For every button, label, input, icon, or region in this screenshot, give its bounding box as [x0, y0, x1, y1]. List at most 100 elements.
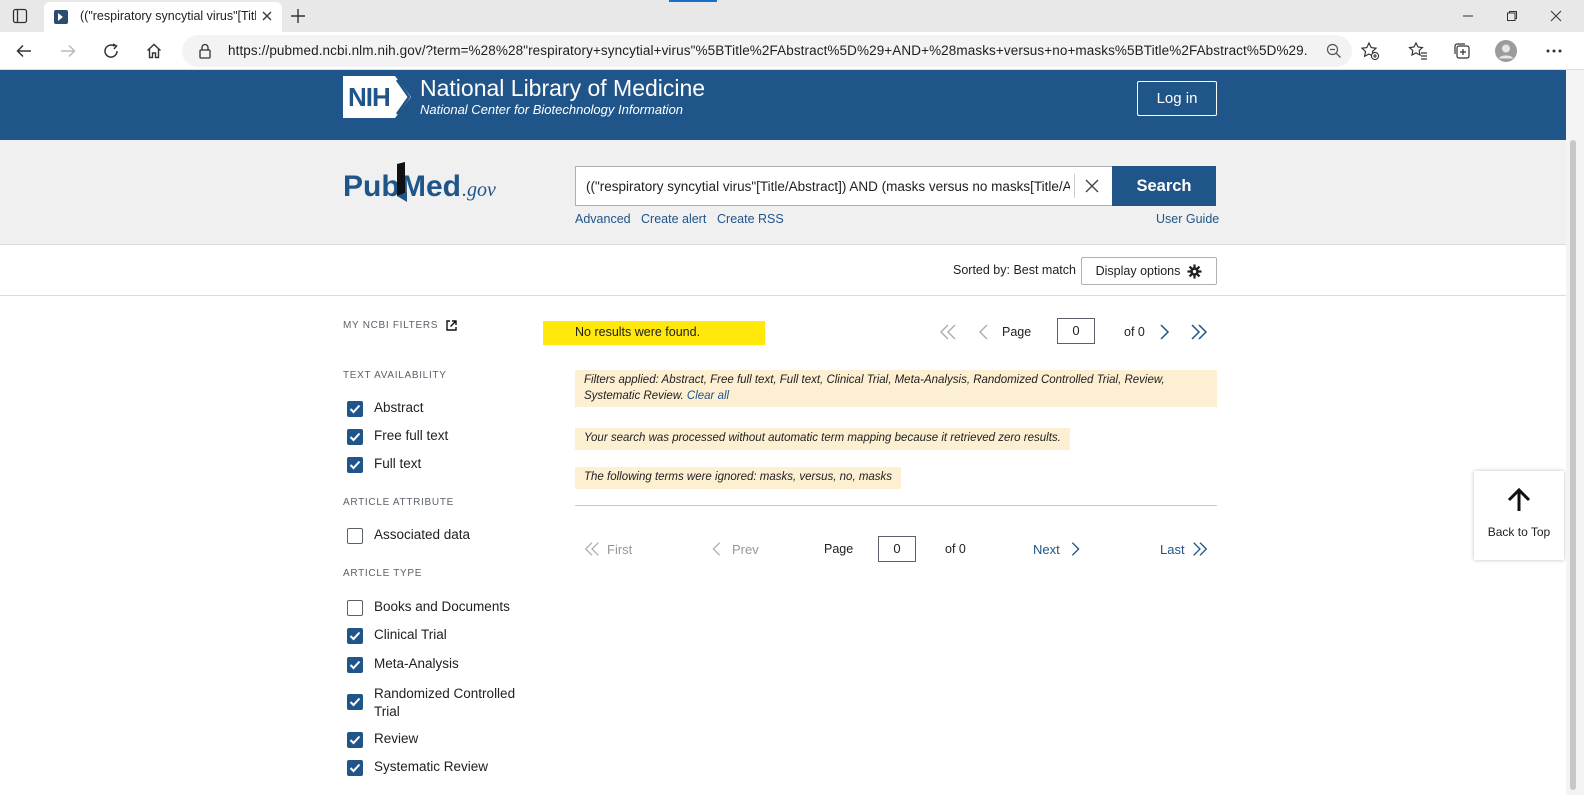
double-chevron-right-icon [1192, 542, 1207, 556]
forward-icon[interactable] [54, 37, 82, 65]
checkbox-unchecked-icon[interactable] [347, 528, 363, 544]
browser-tab-bar: (("respiratory syncytial virus"[Title/Ab… [0, 0, 1584, 32]
next-page-button[interactable]: Next [1033, 540, 1084, 558]
display-options-label: Display options [1095, 264, 1181, 278]
prev-page-button[interactable]: Prev [708, 540, 759, 558]
refresh-icon[interactable] [97, 37, 125, 65]
create-alert-link[interactable]: Create alert [641, 212, 706, 226]
filters-applied-notice: Filters applied: Abstract, Free full tex… [575, 370, 1217, 407]
display-options-button[interactable]: Display options [1081, 257, 1217, 285]
logo-pub: Pub [343, 170, 400, 203]
filter-systematic-review[interactable]: Systematic Review [347, 759, 488, 776]
nlm-title[interactable]: National Library of Medicine [420, 75, 705, 102]
my-ncbi-filters-label: MY NCBI FILTERS [343, 320, 439, 331]
clear-search-icon[interactable] [1076, 170, 1108, 202]
collections-icon[interactable] [1448, 37, 1476, 65]
next-label: Next [1033, 541, 1060, 557]
last-page-button[interactable]: Last [1160, 540, 1209, 558]
back-icon[interactable] [10, 37, 38, 65]
filter-label: Free full text [374, 428, 449, 443]
ncbi-subtitle: National Center for Biotechnology Inform… [420, 102, 684, 117]
filter-review[interactable]: Review [347, 731, 418, 748]
nlm-header: NIH National Library of Medicine Nationa… [0, 70, 1566, 140]
url-text[interactable]: https://pubmed.ncbi.nlm.nih.gov/?term=%2… [228, 43, 1308, 58]
checkbox-checked-icon[interactable] [347, 657, 363, 673]
next-page-icon[interactable] [1154, 322, 1174, 342]
filter-full-text[interactable]: Full text [347, 456, 421, 473]
tab-actions-icon[interactable] [6, 2, 34, 30]
text-availability-heading: TEXT AVAILABILITY [343, 370, 447, 381]
no-results-message: No results were found. [543, 321, 765, 345]
checkbox-unchecked-icon[interactable] [347, 600, 363, 616]
page-total-label: of 0 [1124, 325, 1145, 339]
filter-abstract[interactable]: Abstract [347, 400, 424, 417]
filters-applied-text: Filters applied: Abstract, Free full tex… [584, 374, 1165, 402]
bottom-page-number-input[interactable]: 0 [878, 536, 916, 562]
user-guide-link[interactable]: User Guide [1156, 212, 1219, 226]
checkbox-checked-icon[interactable] [347, 760, 363, 776]
prev-page-icon[interactable] [974, 322, 994, 342]
back-to-top-button[interactable]: Back to Top [1474, 471, 1564, 560]
favorites-icon[interactable] [1404, 37, 1432, 65]
more-options-icon[interactable] [1540, 37, 1568, 65]
zoom-out-icon[interactable] [1326, 43, 1342, 59]
filter-clinical-trial[interactable]: Clinical Trial [347, 627, 447, 644]
double-chevron-left-icon [584, 542, 599, 556]
filter-label: Associated data [374, 527, 471, 542]
filter-label: Systematic Review [374, 759, 489, 774]
add-favorite-icon[interactable] [1356, 37, 1384, 65]
checkbox-checked-icon[interactable] [347, 732, 363, 748]
checkbox-checked-icon[interactable] [347, 694, 363, 710]
search-input[interactable] [575, 166, 1112, 206]
book-icon [397, 162, 407, 202]
tab-title: (("respiratory syncytial virus"[Title/Ab… [80, 9, 256, 23]
window-accent [669, 0, 717, 2]
close-window-icon[interactable] [1542, 2, 1570, 30]
login-button[interactable]: Log in [1137, 81, 1217, 116]
filter-free-full-text[interactable]: Free full text [347, 428, 448, 445]
checkbox-checked-icon[interactable] [347, 401, 363, 417]
article-attribute-heading: ARTICLE ATTRIBUTE [343, 497, 454, 508]
address-bar[interactable]: https://pubmed.ncbi.nlm.nih.gov/?term=%2… [182, 35, 1352, 67]
restore-window-icon[interactable] [1498, 2, 1526, 30]
checkbox-checked-icon[interactable] [347, 457, 363, 473]
browser-tab[interactable]: (("respiratory syncytial virus"[Title/Ab… [44, 2, 282, 32]
home-icon[interactable] [140, 37, 168, 65]
filter-associated-data[interactable]: Associated data [347, 527, 470, 544]
search-button[interactable]: Search [1112, 166, 1216, 206]
advanced-link[interactable]: Advanced [575, 212, 631, 226]
filter-meta-analysis[interactable]: Meta-Analysis [347, 656, 459, 673]
last-page-icon[interactable] [1189, 322, 1209, 342]
nih-logo[interactable]: NIH [343, 76, 413, 118]
filter-books-and-documents[interactable]: Books and Documents [347, 599, 510, 616]
my-ncbi-filters[interactable]: MY NCBI FILTERS [343, 320, 457, 331]
article-type-heading: ARTICLE TYPE [343, 568, 423, 579]
first-page-icon[interactable] [938, 322, 958, 342]
first-label: First [607, 541, 633, 557]
browser-toolbar: https://pubmed.ncbi.nlm.nih.gov/?term=%2… [0, 32, 1584, 70]
sorted-by-label[interactable]: Sorted by: Best match [953, 263, 1076, 277]
filter-label: Abstract [374, 400, 424, 415]
chevron-right-icon [1071, 542, 1080, 556]
filter-label: Meta-Analysis [374, 656, 459, 671]
lock-icon[interactable] [198, 43, 212, 59]
minimize-window-icon[interactable] [1454, 2, 1482, 30]
create-rss-link[interactable]: Create RSS [717, 212, 784, 226]
new-tab-button[interactable] [284, 2, 312, 30]
checkbox-checked-icon[interactable] [347, 429, 363, 445]
prev-label: Prev [732, 541, 759, 557]
filter-randomized-controlled-trial[interactable]: Randomized Controlled Trial [347, 685, 534, 721]
sort-bar: Sorted by: Best match Display options [0, 245, 1566, 296]
page-label: Page [1002, 325, 1032, 339]
checkbox-checked-icon[interactable] [347, 628, 363, 644]
tab-close-icon[interactable] [260, 9, 274, 23]
clear-all-link[interactable]: Clear all [687, 390, 729, 402]
profile-avatar-icon[interactable] [1492, 37, 1520, 65]
scrollbar-thumb[interactable] [1570, 140, 1576, 790]
page-number-input[interactable]: 0 [1057, 318, 1095, 344]
pubmed-logo[interactable]: Pub Med .gov [343, 160, 513, 210]
search-section: Pub Med .gov Search Advanced Create aler… [0, 140, 1566, 245]
back-to-top-label: Back to Top [1487, 525, 1551, 539]
term-mapping-notice: Your search was processed without automa… [575, 428, 1070, 450]
first-page-button[interactable]: First [583, 540, 632, 558]
